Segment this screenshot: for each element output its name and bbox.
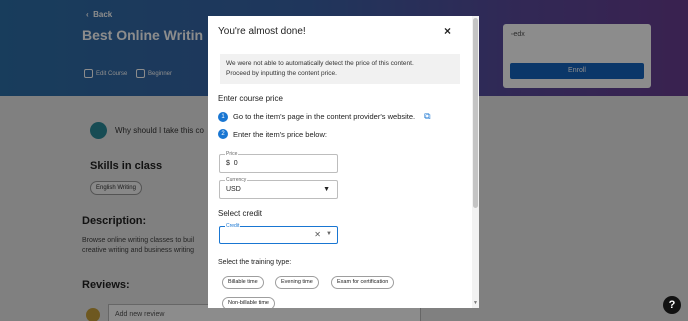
chevron-down-icon[interactable]: ▼ <box>326 231 332 237</box>
clear-icon[interactable]: ✕ <box>314 230 321 239</box>
step-text: Go to the item's page in the content pro… <box>233 112 416 121</box>
close-icon[interactable]: × <box>444 24 451 38</box>
price-notice: We were not able to automatically detect… <box>220 54 460 84</box>
scrollbar-thumb[interactable] <box>473 18 478 208</box>
price-input[interactable]: Price $ 0 <box>219 151 338 173</box>
price-value: $ 0 <box>226 160 238 167</box>
price-label: Price <box>225 151 239 157</box>
dropdown-arrow-icon: ▼ <box>323 186 330 193</box>
price-modal: You're almost done! × We were not able t… <box>208 16 479 308</box>
training-type-chip[interactable]: Billable time <box>222 276 264 289</box>
credit-label: Credit <box>225 223 241 229</box>
training-type-chip[interactable]: Exam for certification <box>331 276 395 289</box>
training-type-heading: Select the training type: <box>218 259 292 266</box>
enter-price-heading: Enter course price <box>218 94 283 103</box>
external-link-icon[interactable]: ⧉ <box>424 111 430 122</box>
scroll-down-arrow-icon[interactable]: ▼ <box>473 300 478 306</box>
credit-select[interactable]: Credit ✕ ▼ <box>219 223 338 244</box>
training-type-chip[interactable]: Non-billable time <box>222 297 275 308</box>
step-text: Enter the item's price below: <box>233 129 327 139</box>
step-1: 1 Go to the item's page in the content p… <box>218 111 431 122</box>
modal-title: You're almost done! <box>218 26 306 37</box>
currency-label: Currency <box>225 177 248 183</box>
step-2: 2 Enter the item's price below: <box>218 129 327 139</box>
currency-value: USD <box>226 186 241 193</box>
modal-header: You're almost done! × <box>208 16 479 46</box>
step-number: 1 <box>218 111 228 122</box>
select-credit-heading: Select credit <box>218 209 263 218</box>
step-number: 2 <box>218 129 228 139</box>
help-icon[interactable]: ? <box>663 296 681 314</box>
currency-select[interactable]: Currency USD ▼ <box>219 177 338 199</box>
training-type-chip[interactable]: Evening time <box>275 276 319 289</box>
